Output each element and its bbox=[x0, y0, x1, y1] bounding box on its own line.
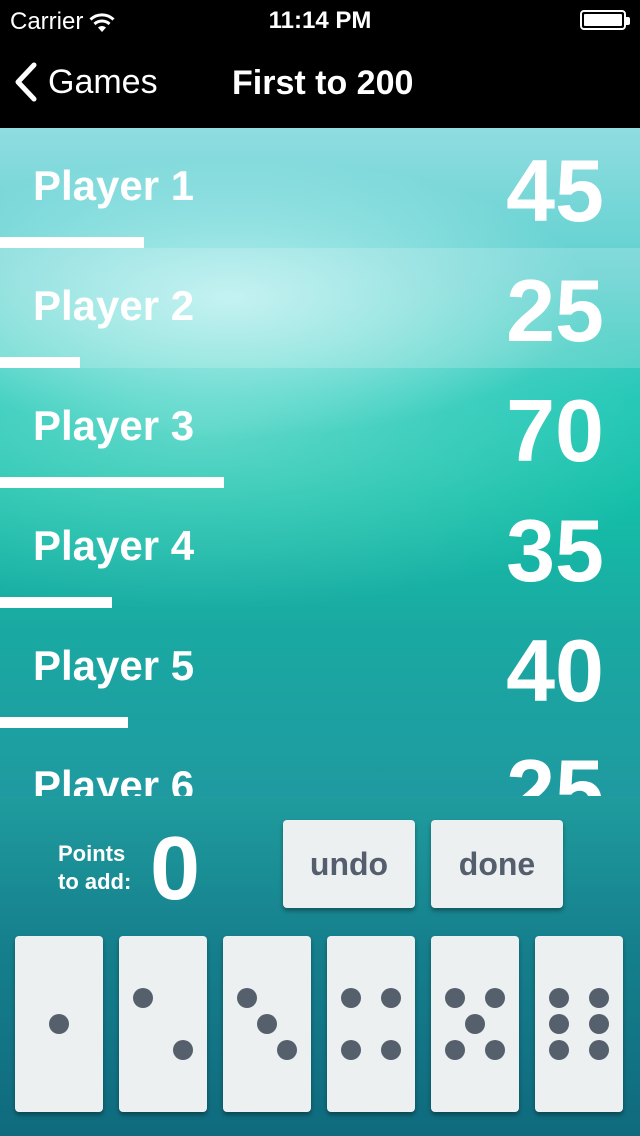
chevron-left-icon bbox=[15, 62, 37, 102]
player-row[interactable]: Player 2 25 bbox=[0, 248, 640, 368]
navigation-bar: Games First to 200 bbox=[0, 40, 640, 128]
pip bbox=[548, 1014, 569, 1034]
player-name: Player 4 bbox=[33, 522, 195, 569]
done-button[interactable]: done bbox=[431, 820, 563, 908]
pip bbox=[340, 987, 361, 1008]
scoring-panel: Points to add: 0 undo done bbox=[0, 796, 640, 1136]
points-to-add-value: 0 bbox=[150, 819, 201, 919]
pip bbox=[548, 987, 569, 1008]
domino-3[interactable] bbox=[223, 936, 311, 1112]
pip bbox=[444, 1040, 465, 1061]
pip bbox=[381, 987, 402, 1008]
player-list: Player 1 45 Player 2 25 Player 3 70 Player 4 35… bbox=[0, 128, 640, 796]
status-time: 11:14 PM bbox=[268, 7, 372, 34]
pip bbox=[589, 1040, 610, 1061]
player-row[interactable]: Player 6 25 bbox=[0, 728, 640, 796]
pip bbox=[277, 1040, 298, 1061]
player-row[interactable]: Player 5 40 bbox=[0, 608, 640, 728]
pip bbox=[236, 987, 257, 1008]
top-bar: Carrier 11:14 PM Games First to 200 bbox=[0, 0, 640, 128]
pip bbox=[548, 1040, 569, 1061]
player-row[interactable]: Player 1 45 bbox=[0, 128, 640, 248]
player-progress-bar bbox=[0, 597, 112, 608]
back-label: Games bbox=[48, 62, 158, 101]
points-to-add-label: Points to add: bbox=[58, 841, 132, 894]
player-score: 40 bbox=[506, 621, 604, 720]
domino-5[interactable] bbox=[431, 936, 519, 1112]
player-progress-bar bbox=[0, 717, 128, 728]
player-score: 25 bbox=[506, 261, 604, 360]
pip bbox=[49, 1014, 69, 1034]
player-name: Player 1 bbox=[33, 162, 195, 209]
player-name: Player 6 bbox=[33, 762, 195, 796]
domino-4[interactable] bbox=[327, 936, 415, 1112]
pip bbox=[465, 1014, 485, 1034]
player-progress-bar bbox=[0, 357, 80, 368]
player-row[interactable]: Player 4 35 bbox=[0, 488, 640, 608]
back-button[interactable]: Games bbox=[14, 62, 158, 102]
player-name: Player 5 bbox=[33, 642, 195, 689]
player-progress-bar bbox=[0, 237, 144, 248]
pip bbox=[589, 1014, 610, 1034]
pip bbox=[589, 987, 610, 1008]
pip bbox=[340, 1040, 361, 1061]
pip bbox=[381, 1040, 402, 1061]
player-score: 25 bbox=[506, 741, 604, 796]
player-score: 45 bbox=[506, 141, 604, 240]
player-progress-bar bbox=[0, 477, 224, 488]
battery-icon bbox=[580, 10, 630, 30]
player-score: 70 bbox=[506, 381, 604, 480]
pip bbox=[485, 987, 506, 1008]
pip bbox=[485, 1040, 506, 1061]
page-title: First to 200 bbox=[232, 64, 414, 102]
pip bbox=[257, 1014, 277, 1034]
undo-button[interactable]: undo bbox=[283, 820, 415, 908]
pip bbox=[173, 1040, 194, 1061]
player-row[interactable]: Player 3 70 bbox=[0, 368, 640, 488]
domino-2[interactable] bbox=[119, 936, 207, 1112]
domino-6[interactable] bbox=[535, 936, 623, 1112]
pip bbox=[444, 987, 465, 1008]
player-name: Player 3 bbox=[33, 402, 195, 449]
domino-1[interactable] bbox=[15, 936, 103, 1112]
status-bar: Carrier 11:14 PM bbox=[0, 0, 640, 40]
player-score: 35 bbox=[506, 501, 604, 600]
player-name: Player 2 bbox=[33, 282, 195, 329]
pip bbox=[132, 987, 153, 1008]
